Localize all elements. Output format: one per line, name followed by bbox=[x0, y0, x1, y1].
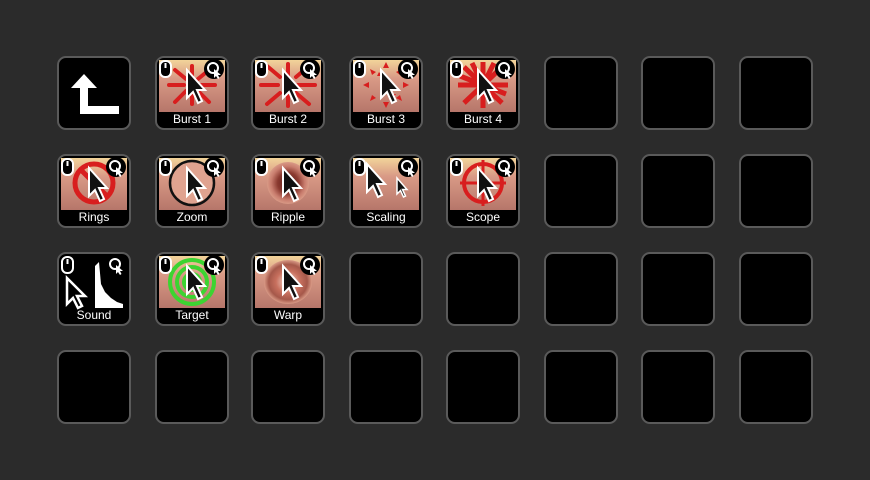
effect-key-burst-2[interactable]: Burst 2 bbox=[251, 56, 325, 130]
mouse-icon bbox=[450, 158, 463, 176]
click-cursor-icon bbox=[106, 157, 126, 177]
effect-key-label: Burst 4 bbox=[463, 112, 502, 126]
click-cursor-icon bbox=[106, 255, 126, 275]
mouse-icon bbox=[255, 60, 268, 78]
click-cursor-icon bbox=[300, 255, 320, 275]
click-cursor-icon bbox=[300, 59, 320, 79]
effect-key-sound[interactable]: Sound bbox=[57, 252, 131, 326]
effect-key-label: Sound bbox=[76, 308, 112, 322]
effect-key-label: Scope bbox=[465, 210, 501, 224]
click-cursor-icon bbox=[204, 157, 224, 177]
mouse-icon bbox=[159, 256, 172, 274]
effect-key-target[interactable]: Target bbox=[155, 252, 229, 326]
effect-key-label: Burst 1 bbox=[172, 112, 211, 126]
empty-key[interactable] bbox=[544, 252, 618, 326]
empty-key[interactable] bbox=[641, 56, 715, 130]
effect-key-label: Scaling bbox=[366, 210, 406, 224]
mouse-icon bbox=[353, 60, 366, 78]
effect-key-label: Burst 3 bbox=[366, 112, 405, 126]
effect-key-label: Ripple bbox=[270, 210, 306, 224]
mouse-icon bbox=[61, 158, 74, 176]
mouse-icon bbox=[255, 158, 268, 176]
effect-key-burst-4[interactable]: Burst 4 bbox=[446, 56, 520, 130]
mouse-icon bbox=[61, 256, 74, 274]
click-cursor-icon bbox=[495, 157, 515, 177]
click-cursor-icon bbox=[300, 157, 320, 177]
effect-key-ripple[interactable]: Ripple bbox=[251, 154, 325, 228]
empty-key[interactable] bbox=[349, 350, 423, 424]
empty-key[interactable] bbox=[544, 350, 618, 424]
empty-key[interactable] bbox=[641, 252, 715, 326]
empty-key[interactable] bbox=[641, 350, 715, 424]
empty-key[interactable] bbox=[57, 350, 131, 424]
empty-key[interactable] bbox=[446, 252, 520, 326]
mouse-icon bbox=[159, 60, 172, 78]
effect-key-scope[interactable]: Scope bbox=[446, 154, 520, 228]
effect-key-burst-1[interactable]: Burst 1 bbox=[155, 56, 229, 130]
effect-key-rings[interactable]: Rings bbox=[57, 154, 131, 228]
click-cursor-icon bbox=[204, 59, 224, 79]
mouse-icon bbox=[353, 158, 366, 176]
empty-key[interactable] bbox=[739, 350, 813, 424]
empty-key[interactable] bbox=[544, 154, 618, 228]
empty-key[interactable] bbox=[251, 350, 325, 424]
click-cursor-icon bbox=[398, 59, 418, 79]
click-cursor-icon bbox=[398, 157, 418, 177]
click-cursor-icon bbox=[204, 255, 224, 275]
effect-key-label: Burst 2 bbox=[268, 112, 307, 126]
back-arrow-icon bbox=[71, 74, 119, 114]
empty-key[interactable] bbox=[544, 56, 618, 130]
back-key[interactable] bbox=[57, 56, 131, 130]
effect-key-label: Zoom bbox=[176, 210, 208, 224]
effect-key-label: Warp bbox=[273, 308, 303, 322]
empty-key[interactable] bbox=[739, 56, 813, 130]
empty-key[interactable] bbox=[739, 154, 813, 228]
effect-key-label: Rings bbox=[78, 210, 110, 224]
empty-key[interactable] bbox=[446, 350, 520, 424]
effect-key-zoom[interactable]: Zoom bbox=[155, 154, 229, 228]
effect-key-burst-3[interactable]: Burst 3 bbox=[349, 56, 423, 130]
empty-key[interactable] bbox=[641, 154, 715, 228]
empty-key[interactable] bbox=[349, 252, 423, 326]
click-cursor-icon bbox=[495, 59, 515, 79]
effect-key-scaling[interactable]: Scaling bbox=[349, 154, 423, 228]
effect-key-label: Target bbox=[175, 308, 209, 322]
mouse-icon bbox=[159, 158, 172, 176]
empty-key[interactable] bbox=[155, 350, 229, 424]
empty-key[interactable] bbox=[739, 252, 813, 326]
stream-deck-grid: Burst 1 Burst 2 Burst 3 Burst 4 Rings Zo… bbox=[0, 0, 870, 480]
mouse-icon bbox=[255, 256, 268, 274]
mouse-icon bbox=[450, 60, 463, 78]
effect-key-warp[interactable]: Warp bbox=[251, 252, 325, 326]
